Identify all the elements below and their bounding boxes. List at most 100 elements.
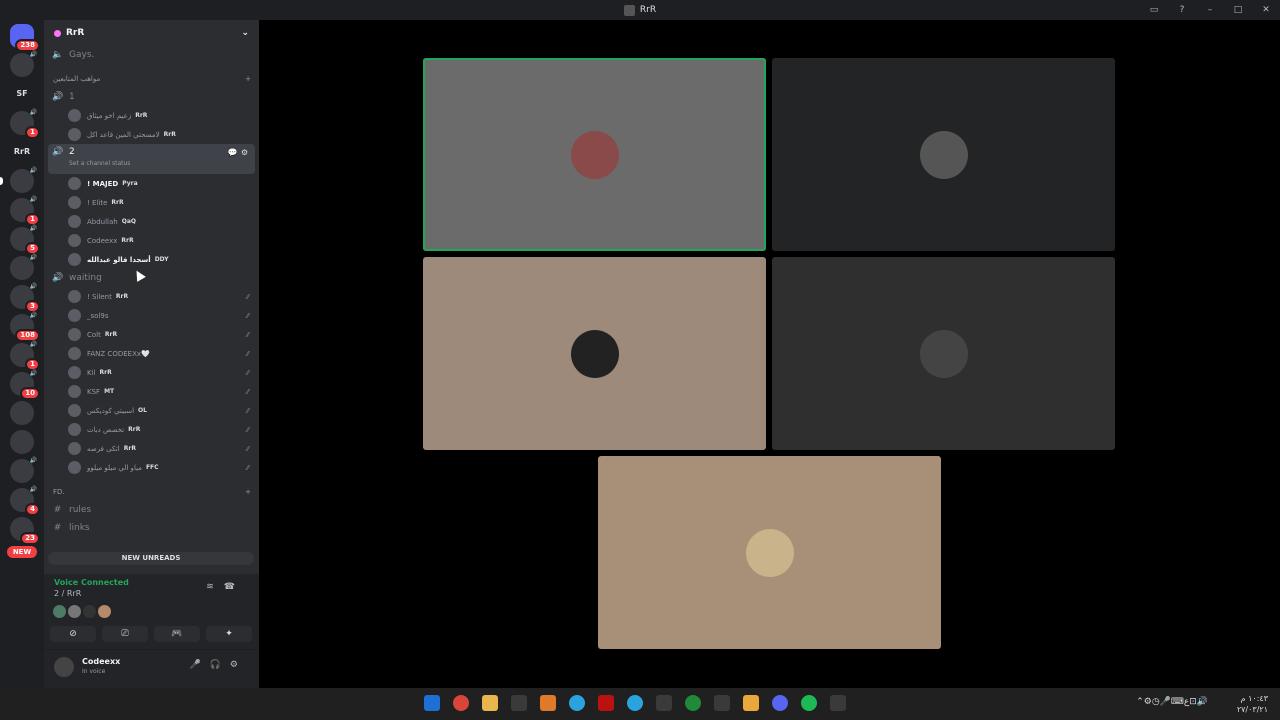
voice-member[interactable]: ! MAJED Pyra [44,174,259,193]
server-tag: QaQ [121,218,136,225]
video-tile[interactable] [772,257,1115,450]
server-icon[interactable]: 🔊 [0,166,38,193]
maximize-button[interactable]: □ [1224,5,1252,15]
app-icon[interactable] [540,695,556,711]
avatar [570,329,619,378]
voice-member[interactable]: أسجدا فالو عبدالله DDY [44,250,259,269]
voice-member[interactable]: زعيم اخو ميثاق RrR [44,106,259,125]
category-header[interactable]: مواهب المتابعين + [44,70,259,88]
add-channel-icon[interactable]: + [245,488,251,496]
server-icon[interactable]: 🔊 5 [10,224,40,255]
soundboard-icon[interactable]: ✦ [206,626,252,642]
video-tile[interactable] [423,257,766,450]
folder-icon[interactable] [482,695,498,711]
home-button[interactable]: 238 [10,24,40,52]
guild-header[interactable]: RrR ⌄ [44,20,259,46]
system-tray[interactable]: ⌃⚙◷🎤⌨ع⊡🔊 [1136,697,1208,707]
avatar[interactable] [53,605,66,618]
add-channel-icon[interactable]: + [245,75,251,83]
noise-suppression-icon[interactable]: ≋ [206,582,224,592]
voice-member[interactable]: اسبيتي كوديكس OL ⁄⁄ [44,401,259,420]
chevron-down-icon[interactable]: ⌄ [241,28,249,38]
chrome-icon[interactable] [453,695,469,711]
voice-status[interactable]: Voice Connected [54,578,129,587]
server-icon[interactable] [10,401,34,425]
server-tag: DDY [154,256,169,263]
screen-share-icon[interactable]: ⎚ [102,626,148,642]
new-servers-badge[interactable]: NEW [7,546,37,558]
muted-icon: ⁄⁄ [246,387,249,396]
server-icon[interactable]: 🔊 [10,50,38,77]
server-icon[interactable]: 🔊 [10,253,38,280]
voice-member[interactable]: _sol9s ⁄⁄ [44,306,259,325]
voice-member[interactable]: اتكى فرصه RrR ⁄⁄ [44,439,259,458]
voice-member[interactable]: لامسحتي المين قاعد اكل RrR [44,125,259,144]
server-icon[interactable]: 🔊 [10,456,38,483]
server-tag: RrR [115,293,129,300]
server-icon[interactable]: 🔊 10 [10,369,40,400]
server-icon[interactable]: 🔊 1 [10,340,40,371]
server-icon[interactable]: RrR [10,140,34,164]
voice-channel-2[interactable]: 🔊 2 Set a channel status 💬⚙ [48,144,255,174]
app-icon[interactable] [743,695,759,711]
activity-icon[interactable]: 🎮 [154,626,200,642]
voice-member[interactable]: مياو الي ميلو ميلوو FFC ⁄⁄ [44,458,259,477]
voice-member[interactable]: ! Elite RrR [44,193,259,212]
voice-member[interactable]: Codeexx RrR [44,231,259,250]
app-icon[interactable] [830,695,846,711]
video-tile[interactable] [598,456,941,649]
spotify-icon[interactable] [801,695,817,711]
discord-icon[interactable] [772,695,788,711]
server-icon[interactable]: 🔊 3 [10,282,40,313]
voice-member[interactable]: ! Silent RrR ⁄⁄ [44,287,259,306]
category-header[interactable]: FD. + [44,483,259,501]
channel-status[interactable]: Set a channel status [69,160,130,167]
channel-actions[interactable]: 💬⚙ [228,148,251,157]
video-tile[interactable] [772,58,1115,251]
voice-member[interactable]: FANZ CODEEXx🤍 ⁄⁄ [44,344,259,363]
avatar[interactable] [98,605,111,618]
headphones-icon[interactable]: 🎧 [210,660,230,670]
channel-gays[interactable]: 🔈 Gays. [44,46,259,64]
microphone-icon[interactable]: 🎤 [189,660,209,670]
voice-channel-1[interactable]: 🔊 1 [44,88,259,106]
disconnect-icon[interactable]: ☎ [224,582,245,592]
text-channel-rules[interactable]: # rules [44,501,259,519]
server-icon[interactable]: 🔊 4 [10,485,40,516]
voice-member[interactable]: تخصص دبات RrR ⁄⁄ [44,420,259,439]
user-name[interactable]: Codeexx [82,657,120,666]
new-unreads-banner[interactable]: NEW UNREADS [48,552,254,565]
steam-icon[interactable] [656,695,672,711]
app-icon[interactable] [714,695,730,711]
store-icon[interactable] [511,695,527,711]
camera-off-icon[interactable]: ⊘ [50,626,96,642]
voice-member[interactable]: Colt RrR ⁄⁄ [44,325,259,344]
help-icon[interactable]: ? [1168,5,1196,15]
voice-member[interactable]: Kil RrR ⁄⁄ [44,363,259,382]
server-icon[interactable] [10,430,34,454]
avatar[interactable] [68,605,81,618]
voice-channel-waiting[interactable]: 🔊 waiting [44,269,259,287]
server-icon[interactable]: 🔊 1 [10,108,40,139]
video-tile[interactable] [423,58,766,251]
gear-icon[interactable]: ⚙ [230,660,247,670]
avatar[interactable] [83,605,96,618]
close-button[interactable]: ✕ [1252,5,1280,15]
start-icon[interactable] [424,695,440,711]
category-label: مواهب المتابعين [53,75,101,83]
minimize-button[interactable]: – [1196,5,1224,15]
avatar[interactable] [54,657,74,677]
server-icon[interactable]: 🔊 108 [10,311,40,342]
text-channel-links[interactable]: # links [44,519,259,537]
server-icon[interactable]: 🔊 1 [10,195,40,226]
taskbar-clock[interactable]: ١٠:٤٣ م ٢٧/٠٣/٢١ [1237,693,1268,715]
app-icon[interactable] [598,695,614,711]
xbox-icon[interactable] [685,695,701,711]
server-icon[interactable]: 23 [10,517,40,545]
voice-member[interactable]: KSF MT ⁄⁄ [44,382,259,401]
inbox-icon[interactable]: ▭ [1140,5,1168,15]
voice-member[interactable]: Abdullah QaQ [44,212,259,231]
telegram-icon[interactable] [569,695,585,711]
server-icon[interactable]: SF [10,82,34,106]
telegram-icon[interactable] [627,695,643,711]
